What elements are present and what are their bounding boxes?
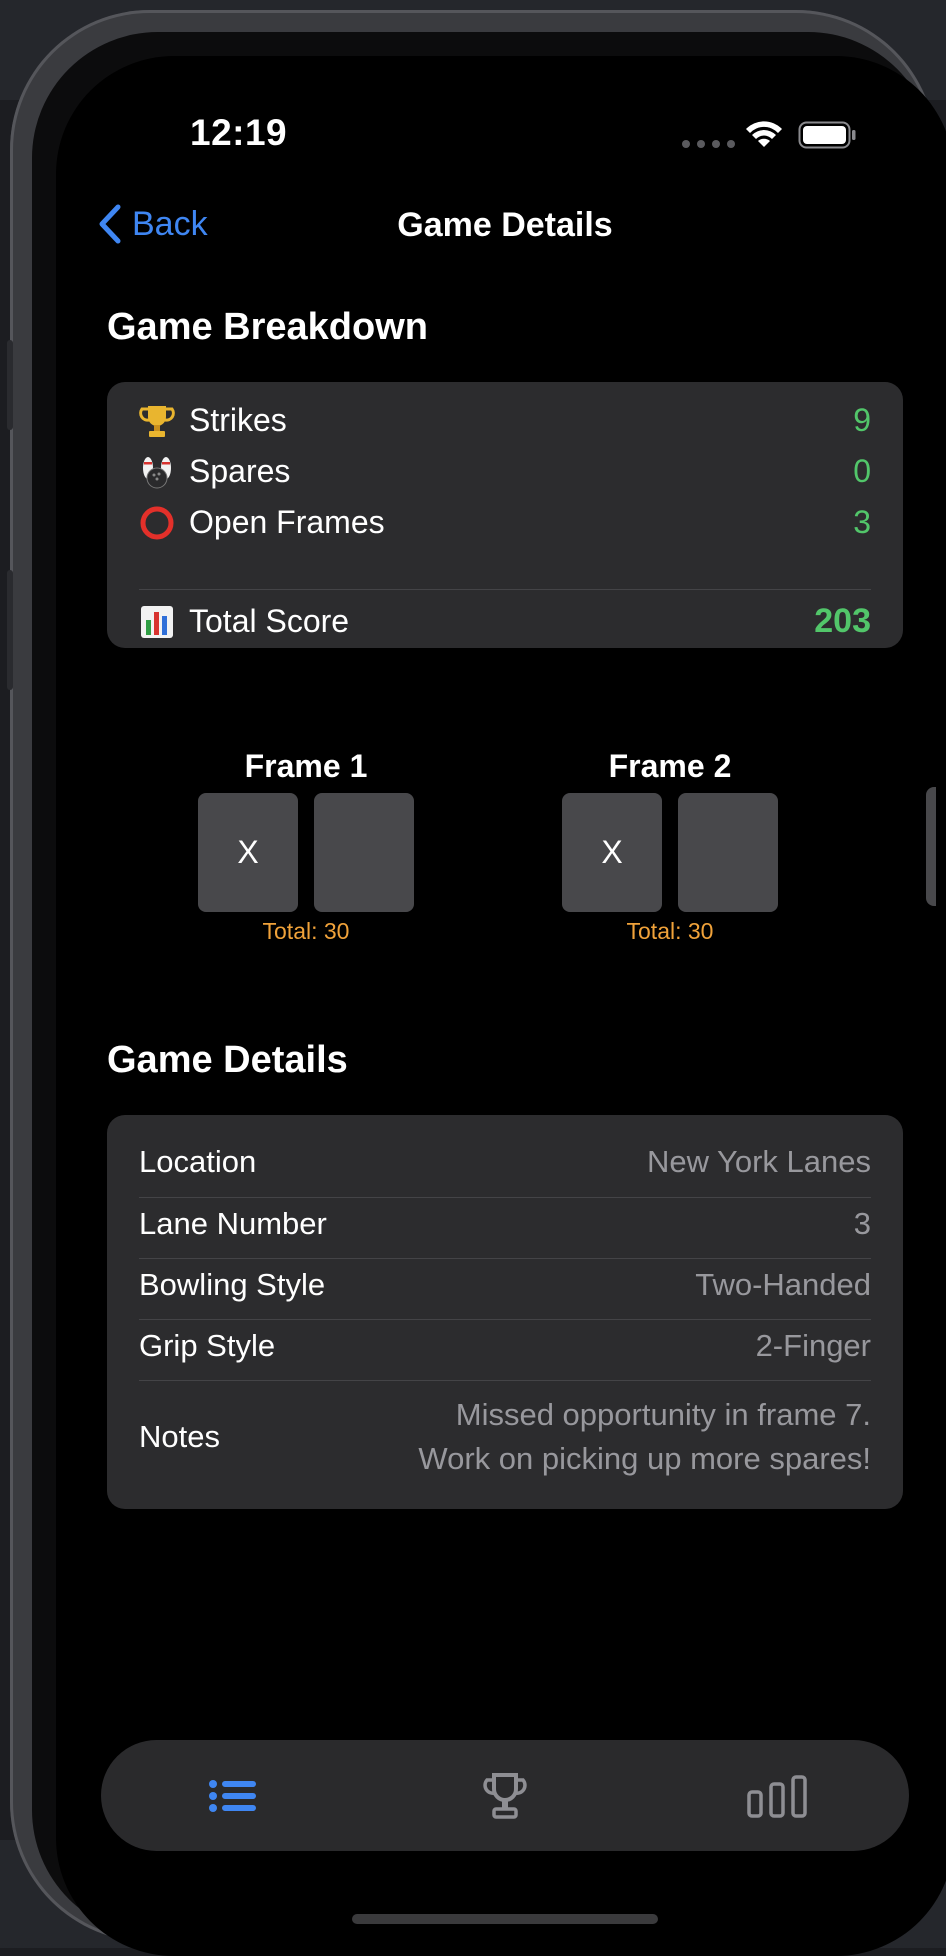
notes-line: Work on picking up more spares! (418, 1441, 871, 1476)
red-circle-icon (139, 505, 175, 541)
side-button (7, 340, 13, 430)
cellular-signal-icon (682, 140, 735, 148)
ball-box (678, 793, 778, 912)
grip-style-row: Grip Style 2-Finger (139, 1328, 871, 1364)
notes-line: Missed opportunity in frame 7. (455, 1397, 871, 1432)
page-title: Game Details (397, 206, 613, 244)
location-row: Location New York Lanes (139, 1144, 871, 1180)
notes-row: Notes Missed opportunity in frame 7. Wor… (139, 1387, 871, 1487)
details-card: Location New York Lanes Lane Number 3 Bo… (107, 1115, 903, 1509)
notes-label: Notes (139, 1419, 220, 1454)
breakdown-divider (139, 589, 871, 590)
breakdown-section-title: Game Breakdown (107, 306, 428, 348)
total-score-row: Total Score 203 (139, 602, 871, 641)
open-frames-row: Open Frames 3 (139, 504, 871, 541)
strikes-label: Strikes (189, 402, 287, 438)
list-icon (209, 1779, 256, 1812)
details-divider (139, 1197, 871, 1198)
spares-row: Spares 0 (139, 453, 871, 490)
phone-screen: 12:19 Back Game Details Game Breakdown S… (56, 56, 946, 1956)
spares-value: 0 (853, 453, 871, 489)
lane-number-row: Lane Number 3 (139, 1206, 871, 1242)
frame-total: Total: 30 (262, 918, 350, 944)
location-value: New York Lanes (646, 1144, 871, 1179)
tab-statistics[interactable] (697, 1740, 857, 1851)
ball-box: X (198, 793, 298, 912)
bar-chart-icon (139, 604, 175, 640)
details-divider (139, 1319, 871, 1320)
phone-bezel: 12:19 Back Game Details Game Breakdown S… (32, 32, 946, 1956)
wifi-icon (746, 121, 782, 147)
total-score-value: 203 (814, 602, 871, 640)
bowling-style-row: Bowling Style Two-Handed (139, 1267, 871, 1303)
lane-number-label: Lane Number (139, 1206, 327, 1241)
total-score-label: Total Score (189, 603, 350, 639)
bowling-style-value: Two-Handed (695, 1267, 871, 1302)
frame-card[interactable]: Frame 1 X Total: 30 (198, 748, 414, 945)
ball-box: X (562, 793, 662, 912)
phone-frame: 12:19 Back Game Details Game Breakdown S… (7, 10, 946, 1956)
tab-games[interactable] (153, 1740, 313, 1851)
tab-achievements[interactable] (425, 1740, 585, 1851)
frame-title: Frame 1 (244, 748, 368, 784)
strikes-row: Strikes 9 (139, 402, 871, 439)
trophy-outline-icon (483, 1772, 527, 1819)
details-divider (139, 1258, 871, 1259)
strikes-value: 9 (853, 402, 871, 438)
spares-label: Spares (189, 453, 291, 489)
next-frame-peek (926, 787, 936, 906)
ball-box (314, 793, 414, 912)
details-divider (139, 1380, 871, 1381)
notes-value: Missed opportunity in frame 7. Work on p… (418, 1393, 871, 1481)
open-frames-value: 3 (853, 504, 871, 540)
bar-chart-outline-icon (747, 1774, 807, 1818)
tab-bar (101, 1740, 909, 1851)
bowling-style-label: Bowling Style (139, 1267, 326, 1302)
status-time: 12:19 (190, 112, 288, 153)
lane-number-value: 3 (853, 1206, 871, 1241)
details-section-title: Game Details (107, 1039, 348, 1081)
grip-style-label: Grip Style (139, 1328, 276, 1363)
bowling-pins-icon (139, 454, 175, 490)
home-indicator (352, 1914, 658, 1924)
open-frames-label: Open Frames (189, 504, 385, 540)
grip-style-value: 2-Finger (755, 1328, 871, 1363)
trophy-icon (139, 403, 175, 439)
location-label: Location (139, 1144, 257, 1179)
side-button (7, 570, 13, 690)
battery-icon (798, 121, 856, 149)
breakdown-card: Strikes 9 Spares 0 Open Frames 3 Total S… (107, 382, 903, 648)
frame-card[interactable]: Frame 2 X Total: 30 (562, 748, 778, 945)
frame-total: Total: 30 (626, 918, 714, 944)
frame-title: Frame 2 (608, 748, 732, 784)
